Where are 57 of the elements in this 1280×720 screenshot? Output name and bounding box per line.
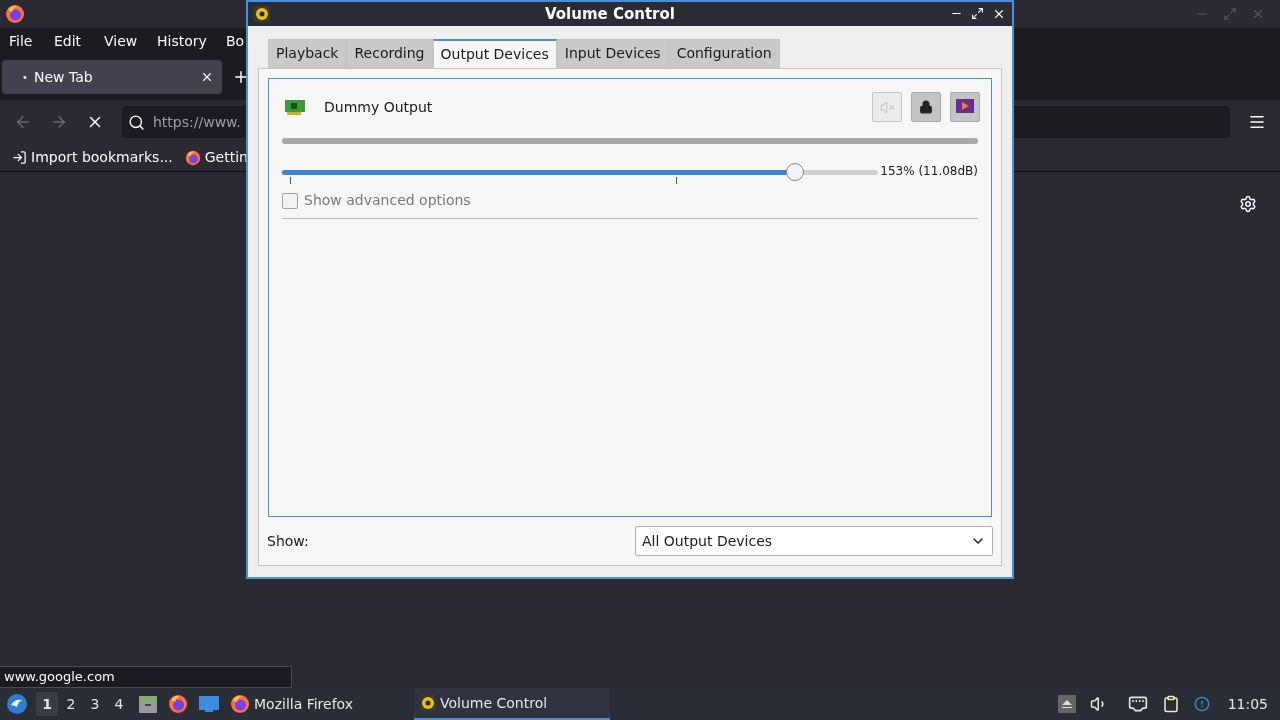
volume-reading: 153% (11.08dB) — [880, 163, 978, 180]
firefox-icon — [184, 149, 201, 166]
file-cabinet-icon[interactable] — [138, 694, 158, 714]
start-menu-icon[interactable] — [6, 693, 28, 715]
firefox-icon — [168, 694, 188, 714]
menu-icon[interactable] — [1248, 113, 1266, 131]
tab[interactable]: Output Devices — [432, 39, 557, 68]
menu-item[interactable]: View — [104, 32, 138, 49]
notification-icon[interactable] — [1193, 696, 1210, 712]
close-icon[interactable] — [992, 7, 1006, 21]
menu-item[interactable]: Edit — [54, 32, 82, 49]
mute-icon — [879, 99, 895, 115]
app-icon — [254, 6, 270, 22]
tab[interactable]: Recording — [346, 39, 433, 68]
sound-card-icon — [284, 98, 306, 116]
firefox-logo-icon — [5, 4, 25, 24]
clipboard-icon[interactable] — [1161, 695, 1180, 713]
clock[interactable]: 11:05 — [1227, 693, 1268, 715]
play-screen-icon — [956, 99, 974, 115]
tab[interactable]: Playback — [268, 39, 347, 68]
bookmark-item[interactable]: Gettin — [184, 147, 248, 168]
search-icon — [128, 113, 145, 131]
bookmark-item[interactable]: Import bookmarks... — [12, 147, 173, 168]
browser-tab[interactable]: • New Tab — [2, 60, 222, 94]
firefox-icon — [230, 694, 250, 714]
menu-item[interactable]: History — [157, 32, 207, 49]
settings-icon[interactable] — [1239, 195, 1257, 213]
status-tooltip: www.google.com — [0, 666, 292, 688]
forward-icon[interactable] — [50, 113, 68, 131]
import-icon — [12, 150, 27, 165]
network-icon[interactable] — [1127, 694, 1148, 714]
lock-icon — [919, 100, 933, 114]
window-title: Volume Control — [544, 3, 676, 25]
eject-icon[interactable] — [1057, 695, 1076, 713]
workspace-button[interactable]: 4 — [108, 692, 130, 716]
speaker-icon — [420, 695, 436, 711]
volume-slider[interactable] — [282, 162, 879, 184]
device-name: Dummy Output — [324, 97, 433, 117]
maximize-icon[interactable] — [971, 7, 984, 20]
workspace-button[interactable]: 3 — [84, 692, 106, 716]
workspace-button[interactable]: 1 — [36, 692, 58, 716]
close-tab-icon[interactable] — [200, 70, 214, 84]
show-label: Show: — [267, 531, 309, 551]
back-icon[interactable] — [14, 113, 32, 131]
taskbar-task[interactable]: Mozilla Firefox — [224, 688, 414, 720]
default-device-button[interactable] — [950, 92, 980, 122]
show-dropdown[interactable]: All Output Devices — [635, 526, 993, 556]
advanced-options-checkbox[interactable]: Show advanced options — [282, 190, 978, 211]
lock-button[interactable] — [911, 92, 941, 122]
tab[interactable]: Configuration — [668, 39, 780, 68]
desktop-icon[interactable] — [198, 695, 220, 713]
loading-indicator: • — [22, 70, 28, 85]
tab[interactable]: Input Devices — [556, 39, 669, 68]
menu-item[interactable]: File — [9, 32, 33, 49]
menu-item[interactable]: Bo — [226, 32, 245, 49]
workspace-button[interactable]: 2 — [60, 692, 82, 716]
taskbar-task[interactable]: Volume Control — [414, 688, 610, 720]
